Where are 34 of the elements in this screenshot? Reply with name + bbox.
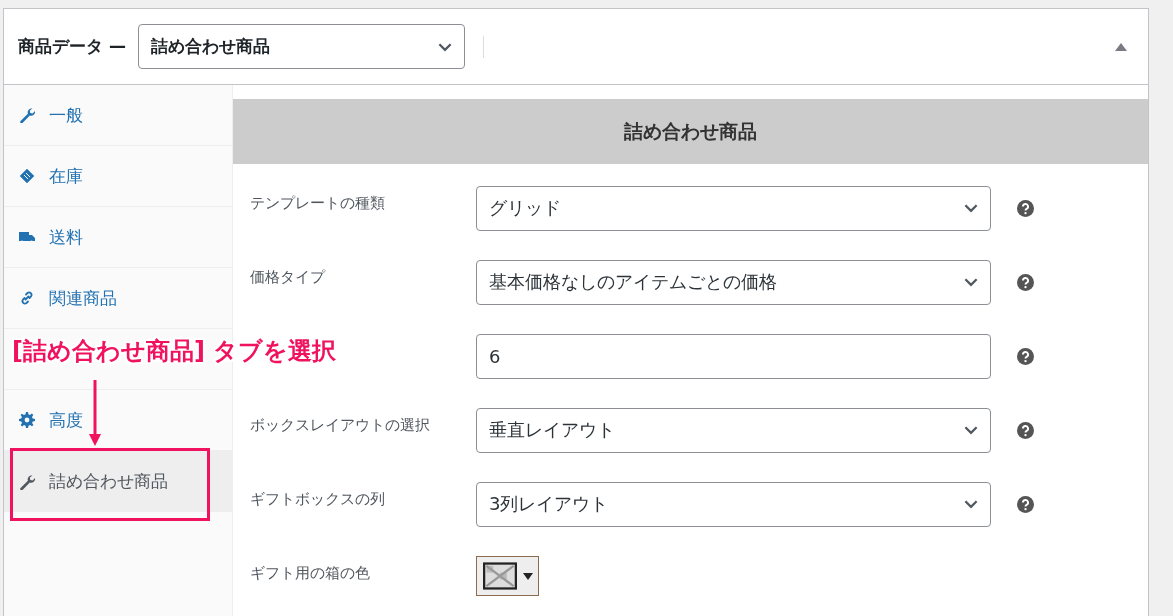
- help-icon[interactable]: [1017, 495, 1034, 513]
- sidebar-tab[interactable]: 在庫: [4, 146, 232, 207]
- number-input[interactable]: 6: [476, 333, 991, 379]
- empty-color-swatch-icon: [483, 561, 517, 591]
- link-icon: [19, 290, 35, 306]
- help-icon[interactable]: [1017, 347, 1034, 365]
- panel-title: 商品データ —: [18, 35, 126, 58]
- gear-icon: [19, 412, 35, 428]
- field-label: ボックスレイアウトの選択: [250, 416, 431, 435]
- annotation-arrow: [89, 380, 101, 446]
- field-label: テンプレートの種類: [250, 194, 386, 213]
- dropdown-field[interactable]: 3列レイアウト: [476, 481, 991, 527]
- dropdown-field[interactable]: グリッド: [476, 185, 991, 231]
- field-label: ギフト用の箱の色: [250, 564, 371, 583]
- collapse-toggle-icon[interactable]: [1115, 42, 1127, 51]
- field-label: 価格タイプ: [250, 268, 327, 287]
- sidebar-tab[interactable]: 関連商品: [4, 268, 232, 329]
- color-picker-button[interactable]: [476, 556, 539, 596]
- product-type-select[interactable]: 詰め合わせ商品: [137, 24, 465, 69]
- sidebar-tab[interactable]: 送料: [4, 207, 232, 268]
- help-icon[interactable]: [1017, 273, 1034, 291]
- help-icon[interactable]: [1017, 199, 1034, 217]
- wrench-icon: [19, 107, 35, 123]
- dropdown-field[interactable]: 垂直レイアウト: [476, 407, 991, 453]
- field-label: ギフトボックスの列: [250, 490, 386, 509]
- tag-icon: [19, 168, 35, 184]
- help-icon[interactable]: [1017, 421, 1034, 439]
- section-heading: 詰め合わせ商品: [233, 99, 1148, 164]
- annotation-text: [詰め合わせ商品] タブを選択: [12, 336, 337, 367]
- caret-icon: [523, 571, 533, 581]
- dropdown-field[interactable]: 基本価格なしのアイテムごとの価格: [476, 259, 991, 305]
- wrench-icon: [19, 473, 35, 490]
- sidebar-tab[interactable]: 詰め合わせ商品: [4, 451, 232, 512]
- sidebar-tab[interactable]: 一般: [4, 85, 232, 146]
